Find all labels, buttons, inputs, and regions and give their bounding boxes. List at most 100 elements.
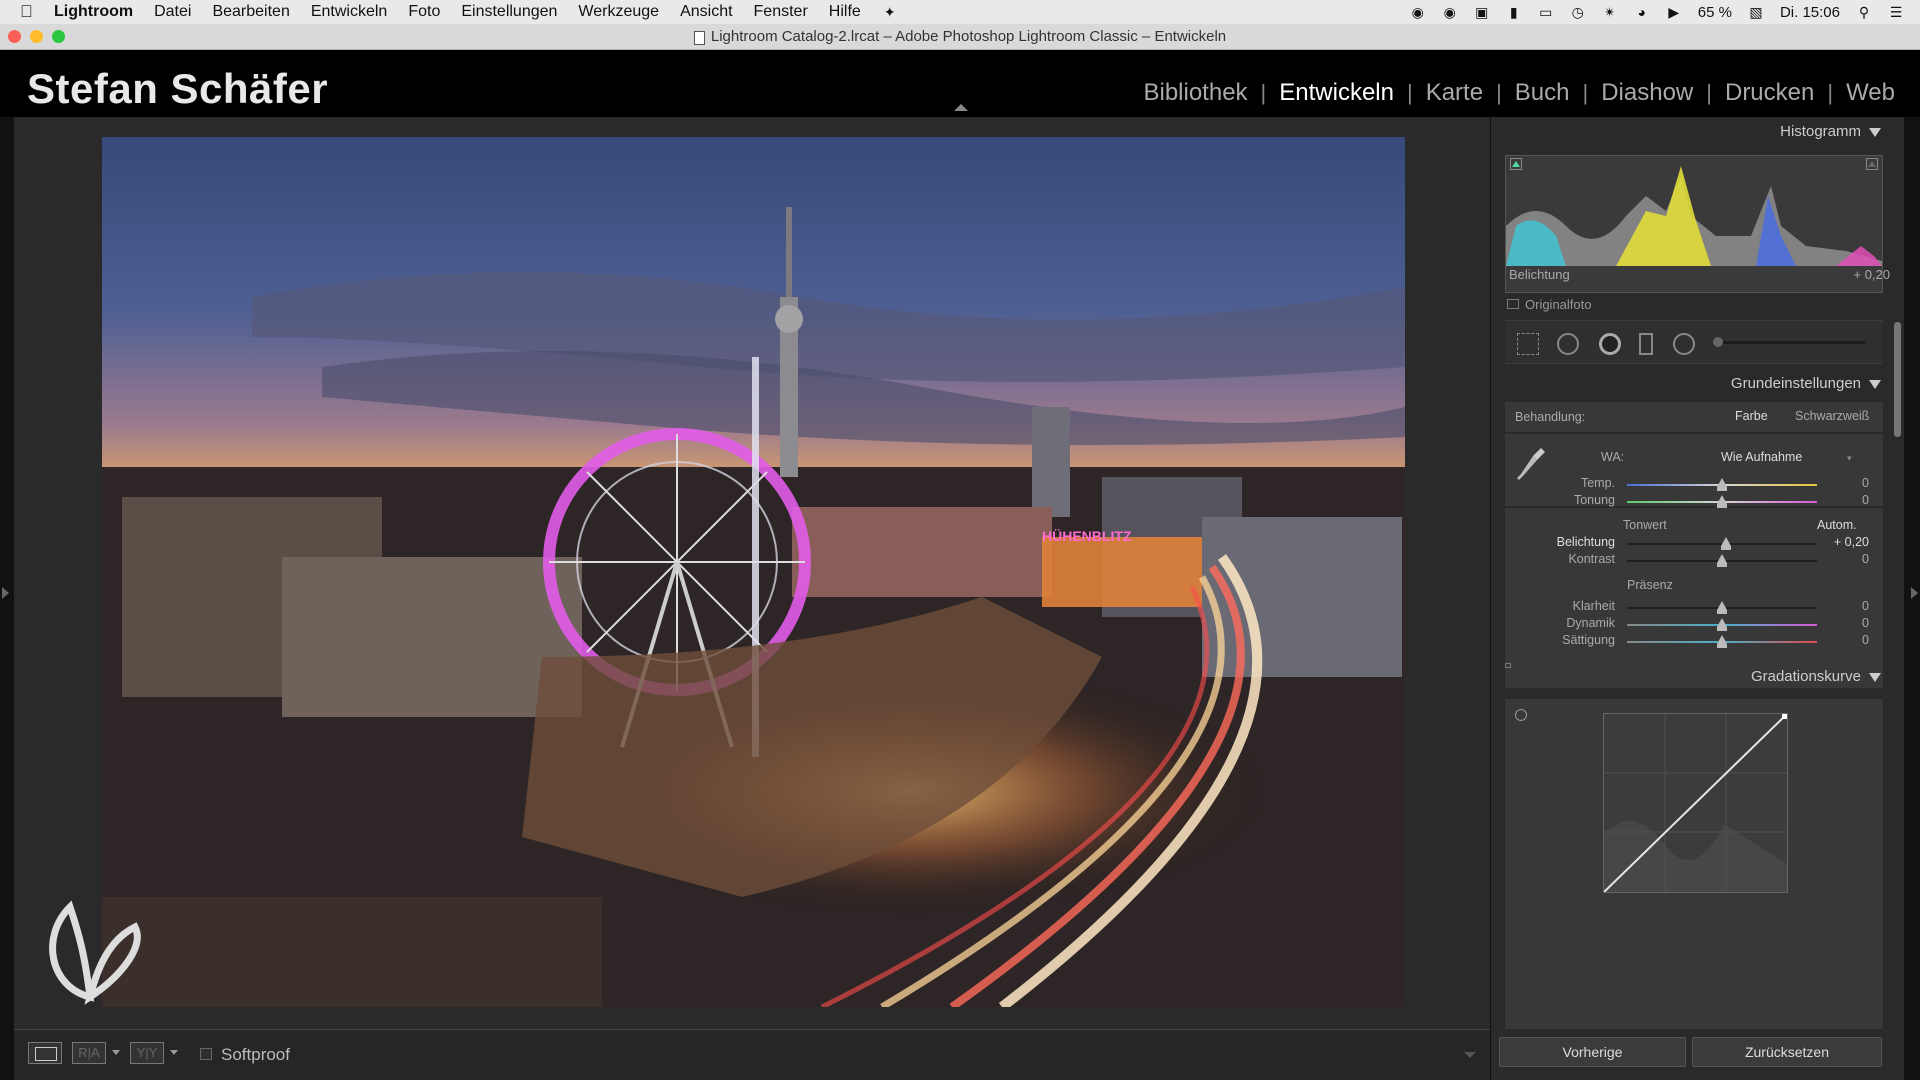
menu-werkzeuge[interactable]: Werkzeuge [578,3,659,21]
image-canvas[interactable]: HÜHENBLITZ [14,117,1490,1029]
minimize-window-button[interactable] [30,30,43,43]
original-photo-label[interactable]: Originalfoto [1525,297,1591,312]
slider-value[interactable]: 0 [1809,552,1869,566]
left-panel-edge[interactable] [0,117,14,1080]
collapse-triangle-icon[interactable] [1869,672,1881,682]
apple-icon[interactable]:  [20,2,40,22]
slider-value[interactable]: 0 [1809,493,1869,507]
toolbar-content-menu-icon[interactable] [1464,1052,1476,1058]
treatment-bw-option[interactable]: Schwarzweiß [1795,409,1869,423]
collapse-triangle-icon[interactable] [1869,379,1881,389]
menu-foto[interactable]: Foto [408,3,440,21]
previous-button[interactable]: Vorherige [1499,1037,1686,1067]
bookmark-icon[interactable]: ▮ [1506,4,1522,20]
crop-tool-icon[interactable] [1517,333,1539,355]
wifi-icon[interactable]: ◕ [1634,4,1650,20]
app-status-icon[interactable]: ▣ [1474,4,1490,20]
slider-thumb[interactable] [1720,537,1731,550]
auto-tone-button[interactable]: Autom. [1817,518,1857,532]
bluetooth-icon[interactable]: ✴ [1602,4,1618,20]
loupe-view-button[interactable] [28,1042,62,1064]
menu-ansicht[interactable]: Ansicht [680,3,732,21]
close-window-button[interactable] [8,30,21,43]
menu-hilfe[interactable]: Hilfe [829,3,861,21]
radial-filter-tool-icon[interactable] [1673,333,1695,355]
shadow-clipping-button[interactable] [1510,158,1522,170]
module-drucken[interactable]: Drucken [1712,79,1827,107]
right-panel-edge[interactable] [1904,117,1920,1080]
time-machine-icon[interactable]: ◷ [1570,4,1586,20]
basic-panel-header[interactable]: Grundeinstellungen [1501,369,1891,399]
adjustment-brush-slider[interactable] [1713,337,1865,347]
module-bibliothek[interactable]: Bibliothek [1130,79,1260,107]
volume-icon[interactable]: ▶ [1666,4,1682,20]
slider-track[interactable] [1627,495,1817,508]
slider-track[interactable] [1627,635,1817,648]
spotlight-search-icon[interactable]: ⚲ [1856,4,1872,20]
script-icon[interactable]: ✦ [882,4,898,20]
slider-track[interactable] [1627,478,1817,491]
top-panel-collapse-icon[interactable] [954,104,968,111]
adjustment-brush-handle[interactable] [1713,337,1723,347]
collapse-triangle-icon[interactable] [1869,127,1881,137]
slider-thumb[interactable] [1717,601,1727,614]
slider-thumb[interactable] [1717,495,1727,508]
menu-bearbeiten[interactable]: Bearbeiten [212,3,289,21]
menu-einstellungen[interactable]: Einstellungen [461,3,557,21]
menu-entwickeln[interactable]: Entwickeln [311,3,387,21]
slider-thumb[interactable] [1717,554,1727,567]
battery-icon[interactable]: ▧ [1748,4,1764,20]
module-entwickeln[interactable]: Entwickeln [1266,79,1407,107]
spot-removal-tool-icon[interactable] [1557,333,1579,355]
graduated-filter-tool-icon[interactable] [1639,333,1653,355]
slider-track[interactable] [1627,618,1817,631]
treatment-color-option[interactable]: Farbe [1735,409,1768,423]
record-icon[interactable]: ◉ [1442,4,1458,20]
slider-value[interactable]: 0 [1809,616,1869,630]
menu-datei[interactable]: Datei [154,3,191,21]
before-after-button[interactable]: Y|Y [130,1042,164,1064]
zoom-window-button[interactable] [52,30,65,43]
slider-track[interactable] [1627,537,1817,550]
expand-left-panel-icon[interactable] [2,587,9,599]
slider-thumb[interactable] [1717,635,1727,648]
slider-track[interactable] [1627,601,1817,614]
softproof-label[interactable]: Softproof [221,1045,290,1065]
module-karte[interactable]: Karte [1413,79,1496,107]
reset-button[interactable]: Zurücksetzen [1692,1037,1882,1067]
red-eye-tool-icon[interactable] [1599,333,1621,355]
slider-thumb[interactable] [1717,478,1727,491]
slider-thumb[interactable] [1717,618,1727,631]
softproof-checkbox[interactable] [200,1048,212,1060]
slider-track[interactable] [1627,554,1817,567]
before-after-caret-icon[interactable] [170,1050,178,1055]
module-diashow[interactable]: Diashow [1588,79,1706,107]
menubar-clock[interactable]: Di. 15:06 [1780,4,1840,21]
slider-value[interactable]: + 0,20 [1809,535,1869,549]
reference-view-button[interactable]: R|A [72,1042,106,1064]
module-buch[interactable]: Buch [1502,79,1583,107]
slider-value[interactable]: 0 [1809,476,1869,490]
targeted-adjustment-icon[interactable] [1515,709,1527,721]
tone-curve-header[interactable]: Gradationskurve [1501,662,1891,692]
wb-select-caret-icon[interactable]: ▾ [1847,453,1852,464]
battery-percent[interactable]: 65 % [1698,4,1732,21]
panel-scrollbar[interactable] [1894,322,1901,437]
slider-value[interactable]: 0 [1809,633,1869,647]
notification-center-icon[interactable]: ☰ [1888,4,1904,20]
photo-preview[interactable]: HÜHENBLITZ [102,137,1405,1007]
highlight-clipping-button[interactable] [1866,158,1878,170]
tone-curve-graph[interactable] [1603,713,1788,893]
wb-preset-select[interactable]: Wie Aufnahme [1721,450,1802,464]
collapse-right-panel-icon[interactable] [1911,587,1918,599]
identity-plate[interactable]: Stefan Schäfer [27,65,328,113]
menu-lightroom[interactable]: Lightroom [54,3,133,21]
slider-value[interactable]: 0 [1809,599,1869,613]
reference-view-caret-icon[interactable] [112,1050,120,1055]
original-photo-checkbox[interactable] [1507,299,1519,309]
histogram-header[interactable]: Histogramm [1501,117,1891,147]
screen-mirroring-icon[interactable]: ▭ [1538,4,1554,20]
creative-cloud-icon[interactable]: ◉ [1410,4,1426,20]
menu-fenster[interactable]: Fenster [754,3,808,21]
module-web[interactable]: Web [1833,79,1908,107]
